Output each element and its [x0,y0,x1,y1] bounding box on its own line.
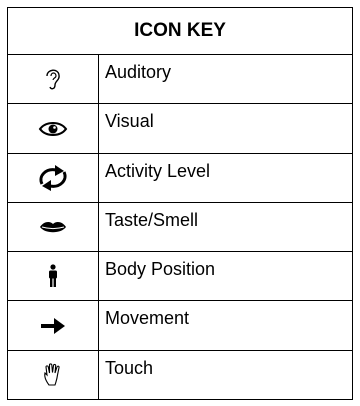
table-row: Visual [7,103,353,154]
row-label: Touch [105,357,154,378]
standing-person-icon [49,264,57,288]
eye-icon [38,121,68,136]
hand-icon [44,363,60,386]
cycle-arrows-icon [39,164,67,191]
table-row: Taste/Smell [7,201,353,253]
row-label: Body Position [105,259,216,280]
header-row: ICON KEY [7,6,353,56]
row-label: Activity Level [105,160,211,181]
table-row: Body Position [7,251,353,302]
table-row: Activity Level [7,152,353,203]
table-title: ICON KEY [7,6,353,56]
ear-icon [46,69,60,90]
row-label: Auditory [105,62,172,83]
table-row: Movement [7,300,353,351]
right-arrow-icon [41,317,65,334]
table-row: Auditory [7,54,353,105]
row-label: Taste/Smell [105,209,199,230]
row-label: Movement [105,308,190,329]
row-label: Visual [105,111,154,132]
icon-key-table: ICON KEY Auditory Visual Activity Level … [7,6,353,401]
table-row: Touch [7,349,353,401]
lips-icon [40,222,66,233]
